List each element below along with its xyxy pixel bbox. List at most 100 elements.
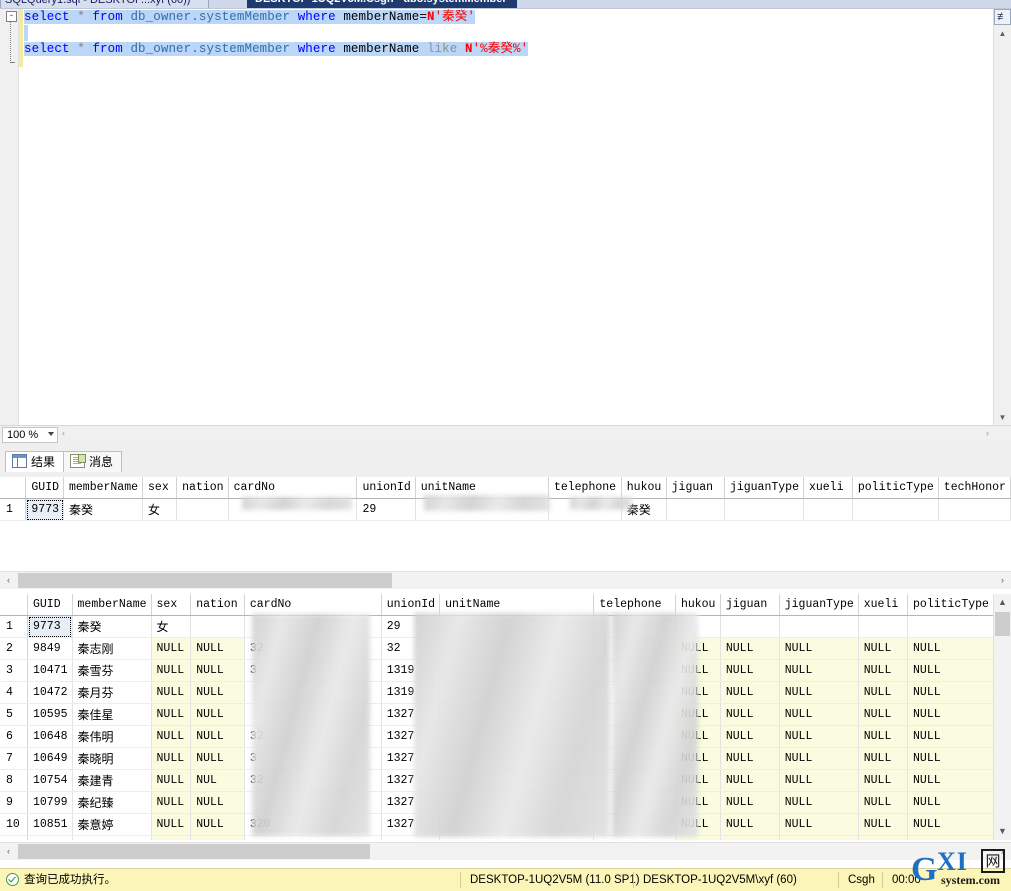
- cell-hukou[interactable]: NULL: [675, 791, 721, 814]
- cell-unitname[interactable]: [439, 615, 595, 638]
- cell-cardno[interactable]: 3: [244, 747, 382, 770]
- table-row[interactable]: 1 9773 秦癸女 29 秦癸: [0, 498, 1011, 521]
- cell-xueli[interactable]: NULL: [858, 725, 909, 748]
- cell-unitname[interactable]: [439, 791, 595, 814]
- cell-sex[interactable]: NULL: [151, 813, 192, 836]
- cell-xueli[interactable]: [803, 498, 853, 521]
- cell-nation[interactable]: NULL: [190, 791, 245, 814]
- row-number[interactable]: 7: [0, 747, 28, 770]
- cell-jiguan[interactable]: NULL: [720, 681, 780, 704]
- cell-guid[interactable]: 10471: [27, 659, 73, 682]
- cell-unionid[interactable]: 1327: [381, 769, 441, 792]
- column-header-unitname[interactable]: unitName: [439, 594, 595, 616]
- cell-politictype[interactable]: NULL: [907, 681, 994, 704]
- tab-systemmember-designer[interactable]: DESKTOP-1UQ2V5M.Csgh - dbo.systemMember: [247, 0, 517, 8]
- column-header-sex[interactable]: sex: [151, 594, 192, 616]
- cell-unitname[interactable]: [439, 813, 595, 836]
- cell-nation[interactable]: [176, 498, 229, 521]
- cell-sex[interactable]: NULL: [151, 725, 192, 748]
- table-row[interactable]: 6 10648 秦伟明 NULL NULL 32 1327 NULL NULL NULL NULL N…: [0, 725, 994, 748]
- cell-xueli[interactable]: NULL: [858, 769, 909, 792]
- column-header-membername[interactable]: memberName: [72, 594, 152, 616]
- cell-nation[interactable]: NULL: [190, 813, 245, 836]
- row-number[interactable]: 3: [0, 659, 28, 682]
- grid-2-horizontal-scrollbar[interactable]: ‹ ›: [0, 842, 1011, 860]
- scroll-down-icon[interactable]: ▼: [994, 410, 1011, 426]
- cell-telephone[interactable]: [593, 637, 676, 660]
- cell-telephone[interactable]: [593, 703, 676, 726]
- row-number[interactable]: 2: [0, 637, 28, 660]
- cell-cardno[interactable]: 32: [244, 637, 382, 660]
- column-header-guid[interactable]: GUID: [27, 594, 73, 616]
- cell-nation[interactable]: NULL: [190, 659, 245, 682]
- cell-jiguantype[interactable]: NULL: [779, 725, 859, 748]
- cell-hukou[interactable]: NULL: [675, 725, 721, 748]
- cell-xueli[interactable]: NULL: [858, 835, 909, 840]
- cell-jiguantype[interactable]: NULL: [779, 747, 859, 770]
- cell-cardno[interactable]: 320520: [244, 835, 382, 840]
- results-grid-2[interactable]: GUID memberName sex nation cardNo unionId unit…: [0, 594, 994, 840]
- cell-jiguantype[interactable]: NULL: [779, 813, 859, 836]
- row-number[interactable]: 4: [0, 681, 28, 704]
- cell-sex[interactable]: 女: [151, 615, 192, 638]
- column-header-nation[interactable]: nation: [190, 594, 245, 616]
- row-number[interactable]: 10: [0, 813, 28, 836]
- cell-xueli[interactable]: [858, 615, 909, 638]
- cell-nation[interactable]: NULL: [190, 637, 245, 660]
- cell-politictype[interactable]: NULL: [907, 835, 994, 840]
- grid-select-all-corner[interactable]: [0, 594, 28, 616]
- cell-jiguantype[interactable]: [724, 498, 804, 521]
- column-header-unitname[interactable]: unitName: [415, 477, 549, 499]
- cell-guid[interactable]: 10858: [27, 835, 73, 840]
- cell-sex[interactable]: NULL: [151, 637, 192, 660]
- cell-jiguan[interactable]: NULL: [720, 769, 780, 792]
- cell-telephone[interactable]: [593, 769, 676, 792]
- cell-xueli[interactable]: NULL: [858, 659, 909, 682]
- cell-unitname[interactable]: [415, 498, 549, 521]
- cell-sex[interactable]: NULL: [151, 747, 192, 770]
- row-number[interactable]: 11: [0, 835, 28, 840]
- cell-jiguan[interactable]: NULL: [720, 637, 780, 660]
- sql-editor-pane[interactable]: - select * from db_owner.systemMember wh…: [0, 8, 1011, 426]
- cell-guid[interactable]: 9849: [27, 637, 73, 660]
- table-row[interactable]: 4 10472 秦月芬 NULL NULL 1319 NULL NULL NULL NULL NUL…: [0, 681, 994, 704]
- cell-guid[interactable]: 9773: [27, 615, 73, 638]
- cell-jiguantype[interactable]: NULL: [779, 637, 859, 660]
- cell-membername[interactable]: 秦佳星: [72, 703, 152, 726]
- cell-jiguantype[interactable]: NULL: [779, 791, 859, 814]
- cell-sex[interactable]: NULL: [151, 769, 192, 792]
- cell-politictype[interactable]: NULL: [907, 637, 994, 660]
- cell-jiguan[interactable]: NULL: [720, 703, 780, 726]
- cell-sex[interactable]: NULL: [151, 703, 192, 726]
- column-header-guid[interactable]: GUID: [25, 477, 64, 499]
- table-row[interactable]: 2 9849 秦志刚 NULL NULL 32 32 NULL NULL NULL NULL NULL: [0, 637, 994, 660]
- cell-jiguantype[interactable]: [779, 615, 859, 638]
- cell-telephone[interactable]: [593, 659, 676, 682]
- cell-jiguantype[interactable]: NULL: [779, 659, 859, 682]
- cell-membername[interactable]: 秦建青: [72, 769, 152, 792]
- cell-hukou[interactable]: NULL: [675, 703, 721, 726]
- column-header-techhonor[interactable]: techHonor: [938, 477, 1011, 499]
- results-grid-2-table[interactable]: GUID memberName sex nation cardNo unionId unit…: [0, 594, 994, 840]
- column-header-telephone[interactable]: telephone: [593, 594, 676, 616]
- cell-telephone[interactable]: [593, 725, 676, 748]
- column-header-politictype[interactable]: politicType: [852, 477, 939, 499]
- column-header-hukou[interactable]: hukou: [621, 477, 667, 499]
- scroll-left-icon[interactable]: ‹: [0, 572, 17, 589]
- cell-guid[interactable]: 10595: [27, 703, 73, 726]
- cell-cardno[interactable]: 3: [244, 659, 382, 682]
- column-header-xueli[interactable]: xueli: [803, 477, 853, 499]
- column-header-politictype[interactable]: politicType: [907, 594, 994, 616]
- cell-jiguantype[interactable]: NULL: [779, 681, 859, 704]
- cell-jiguan[interactable]: NULL: [720, 791, 780, 814]
- cell-telephone[interactable]: [548, 498, 622, 521]
- cell-cardno[interactable]: 32: [244, 725, 382, 748]
- column-header-membername[interactable]: memberName: [63, 477, 144, 499]
- cell-unionid[interactable]: 32: [381, 637, 441, 660]
- cell-xueli[interactable]: NULL: [858, 637, 909, 660]
- cell-jiguan[interactable]: NULL: [720, 725, 780, 748]
- column-header-xueli[interactable]: xueli: [858, 594, 909, 616]
- cell-hukou[interactable]: NULL: [675, 681, 721, 704]
- cell-telephone[interactable]: [593, 681, 676, 704]
- cell-unitname[interactable]: [439, 637, 595, 660]
